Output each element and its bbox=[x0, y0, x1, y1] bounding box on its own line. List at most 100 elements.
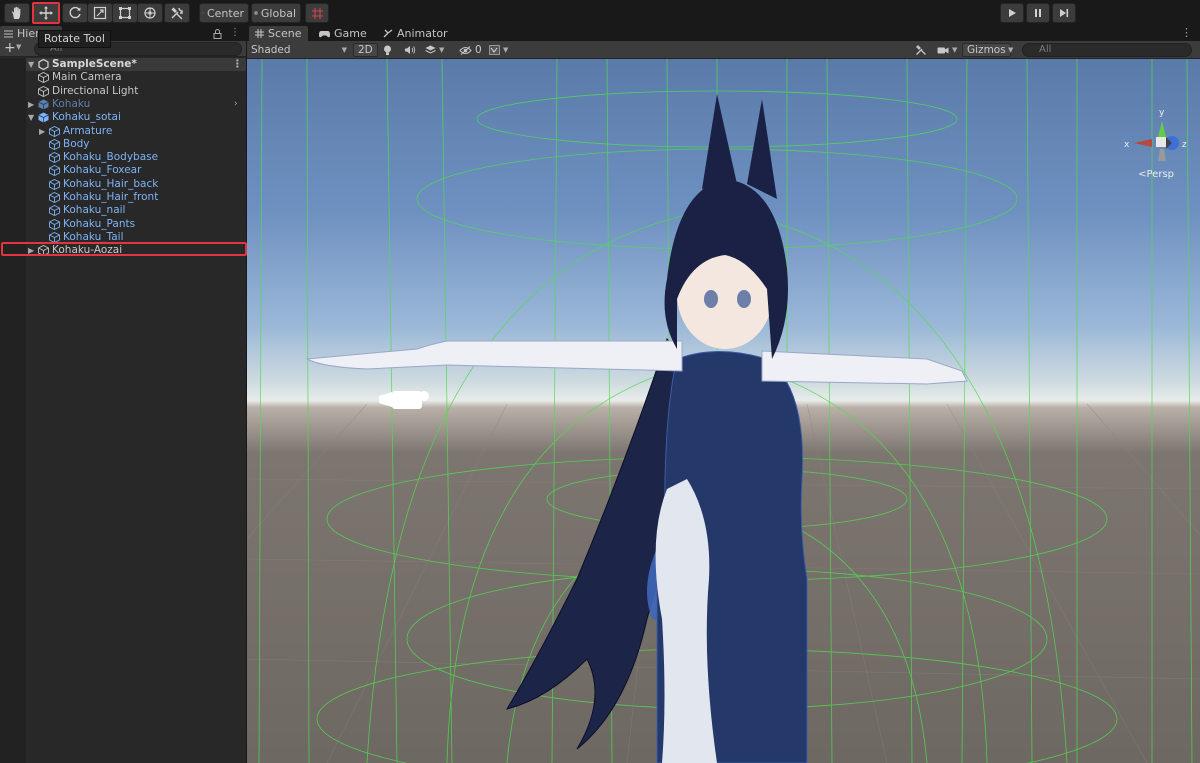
hierarchy-item[interactable]: Kohaku_Bodybase bbox=[26, 151, 246, 164]
hierarchy-item[interactable]: Kohaku_Tail bbox=[26, 231, 246, 244]
prefab-icon bbox=[49, 178, 60, 190]
hierarchy-scene-row[interactable]: ▼ SampleScene* ⋮ bbox=[26, 58, 246, 71]
hierarchy-item-label: Kohaku_Bodybase bbox=[63, 151, 159, 164]
pivot-mode-button[interactable]: Center bbox=[199, 3, 249, 23]
audio-toggle[interactable] bbox=[404, 43, 416, 57]
scene-camera-dropdown[interactable]: ▼ bbox=[937, 43, 957, 57]
hierarchy-item[interactable]: Kohaku_nail bbox=[26, 204, 246, 217]
prefab-icon bbox=[49, 165, 60, 177]
scene-toolbar: Shaded ▼ 2D ▼ 0 ▼ ▼ Gizmos ▼ All bbox=[247, 41, 1200, 59]
expand-arrow-icon[interactable]: ▶ bbox=[28, 244, 34, 257]
hierarchy-item[interactable]: Directional Light bbox=[26, 85, 246, 98]
scene-search-input[interactable]: All bbox=[1022, 43, 1192, 57]
gizmos-dropdown[interactable]: Gizmos bbox=[962, 43, 1011, 57]
projection-label: Persp bbox=[1146, 169, 1175, 180]
hierarchy-tab-bar: Hiera ⋮ bbox=[0, 26, 246, 41]
scene-name: SampleScene* bbox=[52, 58, 137, 70]
tab-scene[interactable]: Scene bbox=[249, 26, 308, 41]
hierarchy-item[interactable]: ▶ Armature bbox=[26, 125, 246, 138]
lightbulb-icon bbox=[384, 45, 391, 55]
lock-icon[interactable] bbox=[213, 29, 222, 39]
gameobject-icon bbox=[38, 85, 49, 97]
hierarchy-item[interactable]: Kohaku_Pants bbox=[26, 218, 246, 231]
tab-animator-label: Animator bbox=[397, 27, 448, 40]
hierarchy-item[interactable]: Kohaku_Foxear bbox=[26, 164, 246, 177]
rotate-tool-button[interactable] bbox=[62, 3, 88, 23]
gizmos-options-dropdown[interactable]: ▼ bbox=[1008, 43, 1013, 57]
scene-tools-toggle[interactable] bbox=[915, 43, 927, 57]
rect-tool-button[interactable] bbox=[112, 3, 138, 23]
step-icon bbox=[1060, 9, 1069, 17]
orientation-gizmo[interactable]: y x z bbox=[1114, 99, 1194, 199]
axis-y-label: y bbox=[1159, 108, 1165, 118]
hidden-count: 0 bbox=[475, 44, 482, 56]
expand-arrow-icon[interactable]: ▶ bbox=[28, 98, 34, 111]
hand-tool-button[interactable] bbox=[4, 3, 30, 23]
prefab-icon bbox=[38, 99, 49, 110]
mode-2d-toggle[interactable]: 2D bbox=[353, 43, 378, 57]
lighting-toggle[interactable] bbox=[383, 43, 392, 57]
scene-kebab-icon[interactable]: ⋮ bbox=[232, 58, 243, 71]
speaker-icon bbox=[405, 46, 416, 54]
hierarchy-item[interactable]: ▶ Kohaku-Aozai bbox=[26, 244, 246, 257]
prefab-icon bbox=[49, 125, 60, 137]
expand-arrow-icon[interactable]: ▼ bbox=[28, 58, 34, 71]
expand-arrow-icon[interactable]: ▼ bbox=[28, 111, 34, 124]
scene-view-panel: Scene Game Animator ⋮ Shaded ▼ 2D ▼ 0 ▼ … bbox=[247, 26, 1200, 763]
add-object-icon[interactable]: + bbox=[4, 41, 16, 56]
chevron-down-icon: ▼ bbox=[952, 46, 958, 54]
hierarchy-search-row: + ▼ All bbox=[0, 41, 246, 57]
pause-icon bbox=[1035, 9, 1041, 17]
fox-ear-left bbox=[702, 94, 737, 189]
scale-icon bbox=[93, 6, 107, 20]
grid-snap-button[interactable] bbox=[305, 3, 329, 23]
scene-search-placeholder: All bbox=[1039, 44, 1052, 55]
scene-camera-gizmo bbox=[379, 391, 429, 409]
scene-visibility-toggle[interactable]: 0 bbox=[459, 43, 482, 57]
hierarchy-item[interactable]: ▼ Kohaku_sotai bbox=[26, 111, 246, 124]
hierarchy-panel: Hiera ⋮ + ▼ All ▼ SampleScene* ⋮ Main Camer… bbox=[0, 26, 247, 763]
scale-tool-button[interactable] bbox=[87, 3, 113, 23]
scene-viewport[interactable]: y x z <Persp bbox=[247, 59, 1200, 763]
hierarchy-item[interactable]: Kohaku_Hair_front bbox=[26, 191, 246, 204]
chevron-down-icon: ▼ bbox=[1008, 46, 1014, 54]
hierarchy-item-label: Directional Light bbox=[52, 84, 139, 97]
rect-icon bbox=[119, 7, 131, 19]
transform-tool-button[interactable] bbox=[137, 3, 163, 23]
chevron-right-icon[interactable]: › bbox=[234, 98, 238, 111]
pause-button[interactable] bbox=[1026, 3, 1050, 23]
effects-dropdown[interactable]: ▼ bbox=[425, 43, 444, 57]
kebab-menu-icon[interactable]: ⋮ bbox=[230, 27, 240, 39]
chevron-down-icon: ▼ bbox=[341, 46, 347, 54]
hierarchy-item-label: Kohaku_sotai bbox=[52, 111, 121, 124]
play-icon bbox=[1009, 9, 1016, 17]
pivot-center-icon bbox=[202, 12, 204, 14]
scene-render bbox=[247, 59, 1200, 763]
play-button[interactable] bbox=[1000, 3, 1024, 23]
hierarchy-item-label: Kohaku_Foxear bbox=[63, 164, 142, 177]
hierarchy-item[interactable]: Kohaku_Hair_back bbox=[26, 178, 246, 191]
add-dropdown-icon[interactable]: ▼ bbox=[16, 43, 21, 51]
projection-toggle[interactable]: <Persp bbox=[1138, 169, 1174, 180]
hierarchy-item[interactable]: Body bbox=[26, 138, 246, 151]
prefab-icon bbox=[49, 205, 60, 217]
hierarchy-item-label: Main Camera bbox=[52, 71, 122, 84]
scene-tab-bar: Scene Game Animator ⋮ bbox=[247, 26, 1200, 41]
step-button[interactable] bbox=[1052, 3, 1076, 23]
pivot-space-button[interactable]: Global bbox=[251, 3, 301, 23]
custom-tools-button[interactable] bbox=[164, 3, 190, 23]
hierarchy-item[interactable]: Main Camera bbox=[26, 71, 246, 84]
scene-kebab-menu-icon[interactable]: ⋮ bbox=[1181, 26, 1192, 39]
move-tool-button[interactable] bbox=[33, 3, 59, 23]
tab-game-label: Game bbox=[334, 27, 367, 40]
tab-animator[interactable]: Animator bbox=[377, 26, 454, 41]
axis-x-label: x bbox=[1124, 140, 1130, 150]
globe-icon bbox=[254, 11, 258, 15]
hierarchy-item-label: Body bbox=[63, 137, 90, 150]
expand-arrow-icon[interactable]: ▶ bbox=[39, 125, 45, 138]
prefab-icon bbox=[38, 112, 49, 123]
shading-mode-dropdown[interactable]: Shaded ▼ bbox=[251, 43, 347, 57]
hierarchy-item[interactable]: ▶ Kohaku › bbox=[26, 98, 246, 111]
tab-game[interactable]: Game bbox=[313, 26, 373, 41]
draw-mode-dropdown[interactable]: ▼ bbox=[489, 43, 508, 57]
